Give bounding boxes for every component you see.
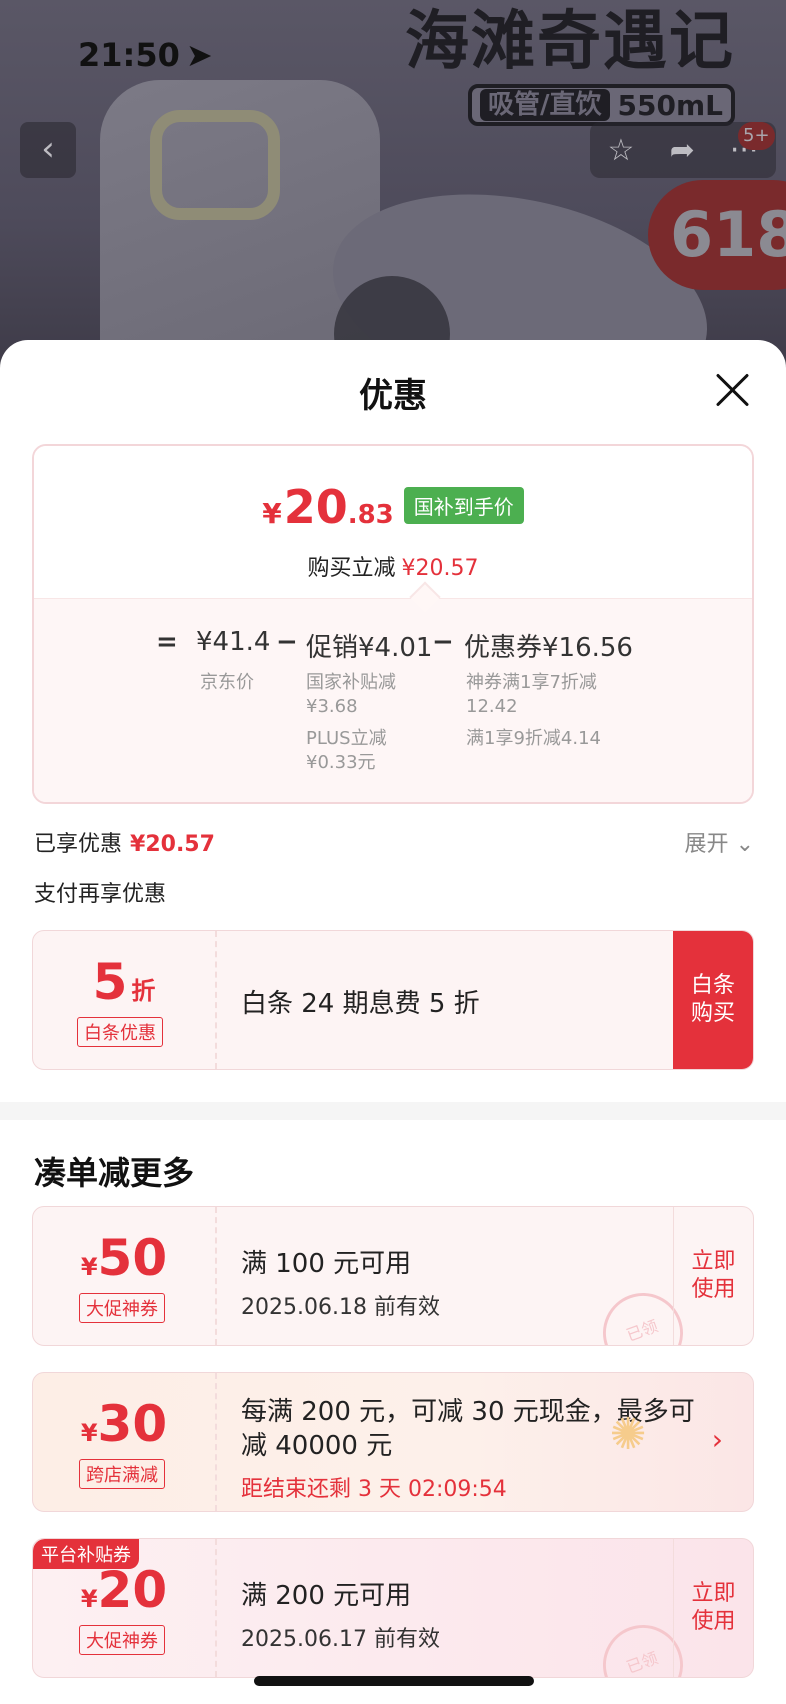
- coupon-value: ¥20: [80, 1561, 168, 1619]
- coupon-label: 白条优惠: [77, 1017, 163, 1047]
- price-decimal: .83: [347, 500, 394, 530]
- promo-item: 国家补贴减 ¥3.68: [306, 672, 396, 717]
- price-card: ¥ 20 .83 国补到手价 购买立减 ¥20.57 = ¥41.4 京东价 − …: [32, 444, 754, 804]
- enjoyed-discount: 已享优惠 ¥20.57: [34, 826, 215, 858]
- minus-sign: −: [276, 627, 298, 657]
- price-breakdown: = ¥41.4 京东价 − 促销¥4.01 国家补贴减 ¥3.68 PLUS立减…: [34, 598, 752, 802]
- coupon-unit: 折: [131, 977, 156, 1005]
- countdown-text: 距结束还剩 3 天 02:09:54: [241, 1477, 507, 1502]
- price-currency: ¥: [262, 497, 282, 530]
- section-divider: [0, 1102, 786, 1120]
- discount-sheet: 优惠 ¥ 20 .83 国补到手价 购买立减 ¥20.57 = ¥41.4 京东价…: [0, 340, 786, 1704]
- product-banner-title: 海滩奇遇记: [405, 5, 735, 79]
- coupon-label: 大促神券: [79, 1293, 165, 1323]
- close-icon[interactable]: [712, 370, 752, 410]
- coupon-item: 满1享9折减4.14: [466, 728, 601, 749]
- purchase-reduction: 购买立减 ¥20.57: [34, 550, 752, 582]
- coupon-value: ¥50: [80, 1229, 168, 1287]
- promo-618-badge: 618: [648, 180, 786, 290]
- coupon-number: 5: [92, 953, 128, 1011]
- product-lid: [150, 110, 280, 220]
- coupon-item: 神券满1享7折减 12.42: [466, 672, 597, 717]
- coupon-value: 5折: [33, 955, 215, 1009]
- coupon-expiry: 2025.06.18 前有效: [241, 1295, 440, 1320]
- chevron-down-icon: ⌄: [735, 832, 754, 857]
- product-page-background: 海滩奇遇记 吸管/直饮 550mL 618 21:50 ➤ ‹ ☆ ➦ ··· 5…: [0, 0, 786, 360]
- spec-tag: 吸管/直饮: [480, 89, 610, 121]
- share-icon[interactable]: ➦: [670, 133, 695, 168]
- platform-subsidy-tag: 平台补贴券: [33, 1539, 139, 1569]
- use-now-button[interactable]: 立即 使用: [673, 1207, 753, 1345]
- minus-sign: −: [432, 627, 454, 657]
- favorite-star-icon[interactable]: ☆: [608, 133, 635, 168]
- home-indicator[interactable]: [254, 1676, 534, 1686]
- coupon-expiry: 2025.06.17 前有效: [241, 1627, 440, 1652]
- price-summary: ¥ 20 .83 国补到手价 购买立减 ¥20.57: [34, 446, 752, 598]
- expand-label: 展开: [684, 832, 729, 857]
- coupon-value: ¥30: [80, 1395, 168, 1453]
- baitiao-buy-button[interactable]: 白条 购买: [673, 931, 753, 1069]
- enjoyed-label: 已享优惠: [34, 832, 123, 857]
- location-arrow-icon: ➤: [185, 36, 213, 74]
- section-title: 凑单减更多: [34, 1154, 195, 1192]
- enjoyed-amount: ¥20.57: [130, 832, 215, 857]
- back-button[interactable]: ‹: [20, 122, 76, 178]
- base-price-label: 京东价: [200, 672, 254, 693]
- coupon-card: ¥50 大促神券 满 100 元可用 2025.06.18 前有效 已领 立即 …: [32, 1206, 754, 1346]
- status-time: 21:50 ➤: [78, 36, 213, 74]
- coupon-description: 白条 24 期息费 5 折: [241, 989, 480, 1019]
- price-integer: 20: [283, 480, 348, 534]
- promo-amount: 促销¥4.01: [306, 633, 433, 663]
- coupon-label: 大促神券: [79, 1625, 165, 1655]
- pay-more-label: 支付再享优惠: [34, 882, 167, 907]
- reduce-label: 购买立减: [307, 556, 396, 581]
- baitiao-offer: 5折 白条优惠 白条 24 期息费 5 折 白条 购买: [32, 930, 754, 1070]
- reduce-amount: ¥20.57: [401, 556, 479, 581]
- use-now-button[interactable]: 立即 使用: [673, 1539, 753, 1677]
- coupon-label: 跨店满减: [79, 1459, 165, 1489]
- coupon-number: 50: [97, 1229, 168, 1287]
- sparkle-icon: ✺: [609, 1409, 647, 1460]
- price-tag: 国补到手价: [403, 486, 524, 524]
- coupon-number: 20: [97, 1561, 168, 1619]
- message-count-badge: 5+: [738, 122, 775, 150]
- base-price: ¥41.4: [196, 627, 271, 657]
- coupon-amount: 优惠券¥16.56: [464, 633, 633, 663]
- coupon-value-panel: ¥50 大促神券: [33, 1207, 217, 1345]
- coupon-card: ¥20 大促神券 平台补贴券 满 200 元可用 2025.06.17 前有效 …: [32, 1538, 754, 1678]
- final-price: ¥ 20 .83 国补到手价: [34, 484, 752, 530]
- promo-item: PLUS立减 ¥0.33元: [306, 728, 387, 773]
- spec-volume: 550mL: [617, 88, 723, 122]
- coupon-description: 满 200 元可用: [241, 1581, 412, 1611]
- spec-badge: 吸管/直饮 550mL: [468, 84, 735, 126]
- coupon-value-panel: ¥30 跨店满减: [33, 1373, 217, 1511]
- coupon-description: 满 100 元可用: [241, 1249, 412, 1279]
- chevron-right-icon: ›: [711, 1423, 723, 1456]
- coupon-card[interactable]: ¥30 跨店满减 每满 200 元，可减 30 元现金，最多可 减 40000 …: [32, 1372, 754, 1512]
- equals-sign: =: [156, 627, 178, 657]
- coupon-value-panel: 5折 白条优惠: [33, 931, 217, 1069]
- sheet-title: 优惠: [359, 376, 427, 416]
- expand-button[interactable]: 展开 ⌄: [685, 826, 754, 858]
- coupon-number: 30: [97, 1395, 168, 1453]
